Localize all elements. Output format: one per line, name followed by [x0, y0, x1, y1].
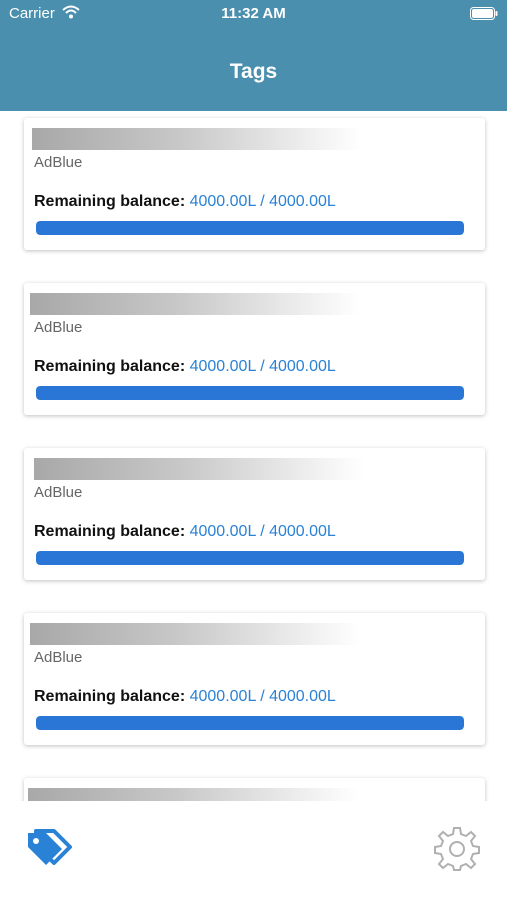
- status-bar: Carrier 11:32 AM: [0, 0, 507, 28]
- balance-progress-bar: [36, 221, 464, 235]
- tag-card[interactable]: AdBlue Remaining balance: 4000.00L / 400…: [24, 118, 485, 250]
- gear-icon[interactable]: [434, 825, 480, 871]
- fuel-type: AdBlue: [34, 154, 83, 171]
- balance-label: Remaining balance:: [34, 358, 186, 375]
- balance-progress-fill: [36, 716, 464, 730]
- fuel-type: AdBlue: [34, 649, 83, 666]
- balance-row: Remaining balance: 4000.00L / 4000.00L: [34, 193, 336, 211]
- balance-progress-fill: [36, 386, 464, 400]
- balance-value: 4000.00L / 4000.00L: [189, 193, 336, 210]
- clock: 11:32 AM: [221, 5, 286, 22]
- balance-progress-bar: [36, 386, 464, 400]
- balance-row: Remaining balance: 4000.00L / 4000.00L: [34, 523, 336, 541]
- balance-label: Remaining balance:: [34, 523, 186, 540]
- redacted-tag-name: [30, 623, 360, 645]
- balance-progress-bar: [36, 551, 464, 565]
- balance-progress-bar: [36, 716, 464, 730]
- battery-icon: [470, 7, 498, 20]
- balance-value: 4000.00L / 4000.00L: [189, 688, 336, 705]
- redacted-tag-name: [28, 788, 358, 801]
- fuel-type: AdBlue: [34, 484, 83, 501]
- redacted-tag-name: [32, 128, 362, 150]
- balance-value: 4000.00L / 4000.00L: [189, 523, 336, 540]
- tag-card[interactable]: [24, 778, 485, 801]
- tag-card[interactable]: AdBlue Remaining balance: 4000.00L / 400…: [24, 613, 485, 745]
- balance-progress-fill: [36, 221, 464, 235]
- tab-bar: [0, 801, 507, 900]
- page-title: Tags: [229, 60, 278, 83]
- tag-card[interactable]: AdBlue Remaining balance: 4000.00L / 400…: [24, 448, 485, 580]
- app-header: Carrier 11:32 AM Tags: [0, 0, 507, 111]
- redacted-tag-name: [30, 293, 360, 315]
- balance-value: 4000.00L / 4000.00L: [189, 358, 336, 375]
- redacted-tag-name: [34, 458, 364, 480]
- tags-icon[interactable]: [24, 825, 76, 869]
- balance-row: Remaining balance: 4000.00L / 4000.00L: [34, 688, 336, 706]
- balance-progress-fill: [36, 551, 464, 565]
- tags-list[interactable]: AdBlue Remaining balance: 4000.00L / 400…: [0, 111, 507, 801]
- fuel-type: AdBlue: [34, 319, 83, 336]
- balance-row: Remaining balance: 4000.00L / 4000.00L: [34, 358, 336, 376]
- balance-label: Remaining balance:: [34, 688, 186, 705]
- tag-card[interactable]: AdBlue Remaining balance: 4000.00L / 400…: [24, 283, 485, 415]
- balance-label: Remaining balance:: [34, 193, 186, 210]
